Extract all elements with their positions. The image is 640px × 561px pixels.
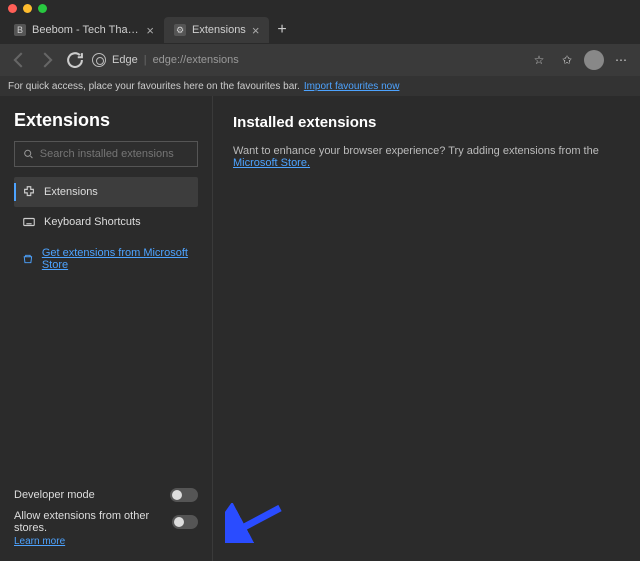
developer-mode-toggle[interactable]: [170, 488, 198, 502]
developer-mode-row: Developer mode: [14, 488, 198, 502]
store-link-row: Get extensions from Microsoft Store: [14, 247, 198, 271]
favbar-text: For quick access, place your favourites …: [8, 81, 300, 92]
developer-mode-label: Developer mode: [14, 489, 95, 501]
keyboard-icon: [22, 215, 36, 229]
import-favourites-link[interactable]: Import favourites now: [304, 81, 400, 92]
address-bar[interactable]: Edge | edge://extensions: [92, 53, 239, 67]
sidebar-item-label: Keyboard Shortcuts: [44, 216, 141, 228]
content-area: Extensions Extensions Keyboard Shortcuts…: [0, 96, 640, 561]
tab-beebom[interactable]: B Beebom - Tech That Matters ×: [4, 17, 164, 43]
forward-button[interactable]: [36, 49, 58, 71]
search-box[interactable]: [14, 141, 198, 167]
address-url: edge://extensions: [153, 54, 239, 66]
favourites-bar: For quick access, place your favourites …: [0, 76, 640, 96]
sidebar-item-extensions[interactable]: Extensions: [14, 177, 198, 207]
sidebar: Extensions Extensions Keyboard Shortcuts…: [0, 96, 213, 561]
minimize-window-icon[interactable]: [23, 4, 32, 13]
get-extensions-link[interactable]: Get extensions from Microsoft Store: [42, 247, 190, 271]
back-button[interactable]: [8, 49, 30, 71]
refresh-button[interactable]: [64, 49, 86, 71]
main-body: Want to enhance your browser experience?…: [233, 145, 620, 169]
menu-button[interactable]: ⋯: [610, 49, 632, 71]
other-stores-label: Allow extensions from other stores.: [14, 510, 172, 534]
new-tab-button[interactable]: +: [269, 21, 294, 39]
learn-more-link[interactable]: Learn more: [14, 536, 198, 547]
profile-avatar[interactable]: [584, 50, 604, 70]
microsoft-store-link[interactable]: Microsoft Store.: [233, 157, 310, 169]
page-title: Extensions: [14, 110, 198, 131]
favorites-icon[interactable]: ✩: [556, 49, 578, 71]
other-stores-row: Allow extensions from other stores.: [14, 510, 198, 534]
address-label: Edge: [112, 54, 138, 66]
maximize-window-icon[interactable]: [38, 4, 47, 13]
favorite-star-icon[interactable]: ☆: [528, 49, 550, 71]
puzzle-icon: [22, 185, 36, 199]
tab-title: Extensions: [192, 24, 246, 36]
store-icon: [22, 252, 34, 266]
sidebar-item-label: Extensions: [44, 186, 98, 198]
tab-extensions[interactable]: ⚙ Extensions ×: [164, 17, 269, 43]
search-input[interactable]: [40, 148, 189, 160]
toolbar: Edge | edge://extensions ☆ ✩ ⋯: [0, 44, 640, 76]
favicon-icon: B: [14, 24, 26, 36]
search-icon: [23, 148, 34, 160]
tab-strip: B Beebom - Tech That Matters × ⚙ Extensi…: [0, 16, 640, 44]
main-heading: Installed extensions: [233, 114, 620, 131]
favicon-icon: ⚙: [174, 24, 186, 36]
other-stores-toggle[interactable]: [172, 515, 198, 529]
close-tab-icon[interactable]: ×: [252, 23, 260, 38]
edge-icon: [92, 53, 106, 67]
tab-title: Beebom - Tech That Matters: [32, 24, 140, 36]
sidebar-item-shortcuts[interactable]: Keyboard Shortcuts: [14, 207, 198, 237]
close-window-icon[interactable]: [8, 4, 17, 13]
window-controls: [0, 0, 640, 16]
close-tab-icon[interactable]: ×: [146, 23, 154, 38]
main-panel: Installed extensions Want to enhance you…: [213, 96, 640, 561]
